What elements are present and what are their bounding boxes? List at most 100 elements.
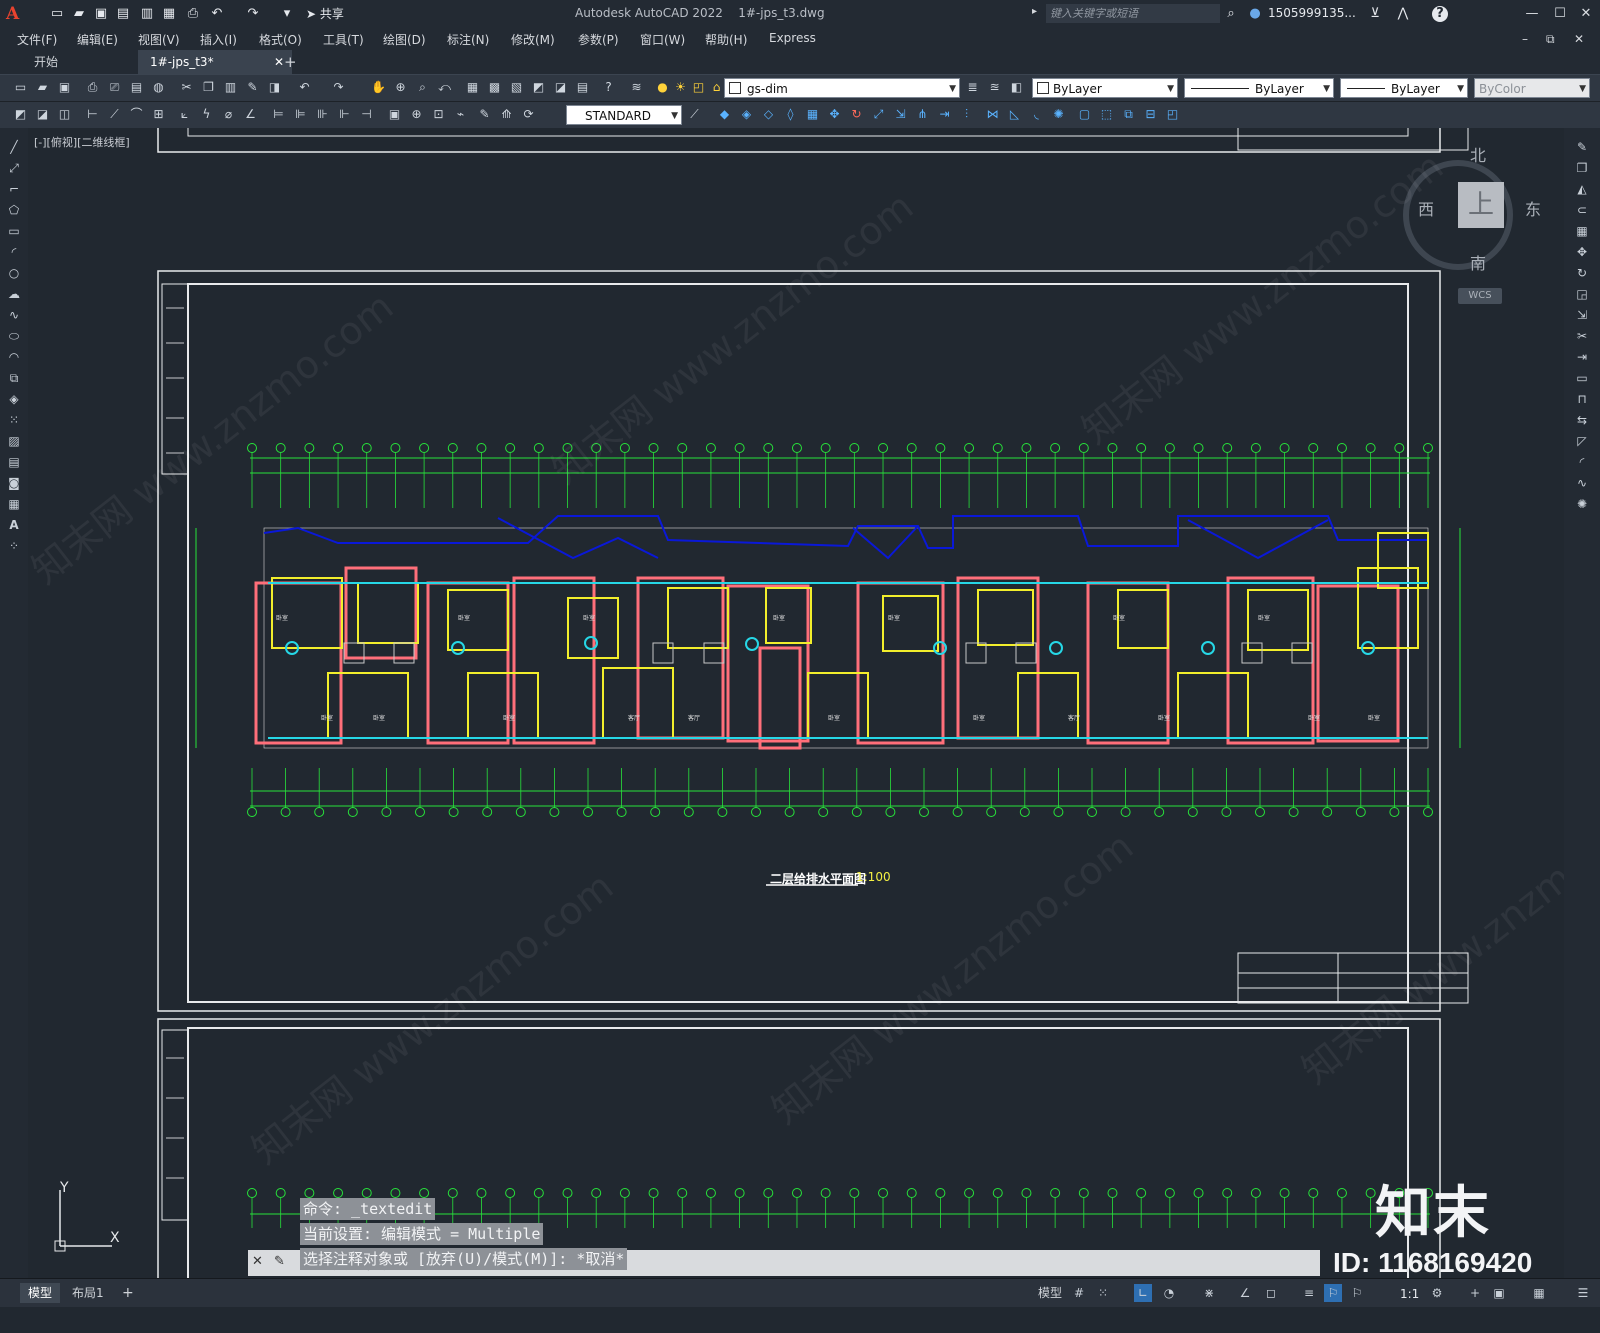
paste-icon[interactable]: ▥: [222, 79, 239, 96]
circle-icon[interactable]: ○: [5, 264, 23, 282]
undo-icon[interactable]: ↶: [296, 79, 313, 96]
hatch-icon[interactable]: ▨: [5, 432, 23, 450]
mirror-icon[interactable]: ◇: [760, 106, 777, 123]
workspace-gear-icon[interactable]: ⚙: [1428, 1284, 1446, 1302]
join-icon[interactable]: ⇆: [1573, 411, 1591, 429]
menu-view[interactable]: 视图(V): [138, 31, 180, 48]
dim-space-icon[interactable]: ⊩: [336, 106, 353, 123]
menu-file[interactable]: 文件(F): [17, 31, 57, 48]
layer-properties-icon[interactable]: ≋: [628, 79, 645, 96]
blend-curves-icon[interactable]: ∿: [1573, 474, 1591, 492]
plot-icon[interactable]: ⎙: [84, 79, 101, 96]
layer-previous-icon[interactable]: ≊: [986, 79, 1003, 96]
cut-icon[interactable]: ✂: [178, 79, 195, 96]
tab-document[interactable]: 1#-jps_t3* ✕: [138, 50, 292, 74]
zoom-realtime-icon[interactable]: ⊕: [392, 79, 409, 96]
plot-icon[interactable]: ⎙: [184, 5, 202, 23]
explode-icon[interactable]: ✺: [1573, 495, 1591, 513]
region-icon[interactable]: ◰: [1164, 106, 1181, 123]
doc-close-icon[interactable]: ✕: [1574, 32, 1584, 46]
minimize-button[interactable]: —: [1520, 4, 1544, 24]
insert-block-icon[interactable]: ⧉: [5, 369, 23, 387]
autoscale-icon[interactable]: ⚐: [1348, 1284, 1366, 1302]
dim-style-icon[interactable]: ⟋: [686, 106, 703, 123]
rotate-icon[interactable]: ↻: [1573, 264, 1591, 282]
mirror-icon[interactable]: ◭: [1573, 180, 1591, 198]
rotate-icon[interactable]: ↻: [848, 106, 865, 123]
table-icon[interactable]: ▦: [5, 495, 23, 513]
dim-tool-icon[interactable]: ◩: [12, 106, 29, 123]
break-at-point-icon[interactable]: ▭: [1573, 369, 1591, 387]
trim-icon[interactable]: ✂: [1573, 327, 1591, 345]
annotation-scale[interactable]: 1:1: [1400, 1287, 1419, 1301]
join-icon[interactable]: ⋈: [984, 106, 1001, 123]
performance-icon[interactable]: ▣: [1490, 1284, 1508, 1302]
osnap-icon[interactable]: ◻: [1262, 1284, 1280, 1302]
construction-line-icon[interactable]: ⤢: [5, 159, 23, 177]
dim-tool-icon[interactable]: ◪: [34, 106, 51, 123]
arc-length-icon[interactable]: ⌒: [128, 106, 145, 123]
properties-icon[interactable]: ▦: [464, 79, 481, 96]
publish-icon[interactable]: ▤: [128, 79, 145, 96]
layer-state-icon[interactable]: ◧: [1008, 79, 1025, 96]
fillet-icon[interactable]: ◟: [1028, 106, 1045, 123]
compass-east[interactable]: 东: [1525, 196, 1541, 220]
compass-north[interactable]: 北: [1470, 142, 1486, 166]
scale-icon[interactable]: ◲: [1573, 285, 1591, 303]
tolerance-icon[interactable]: ▣: [386, 106, 403, 123]
plot-preview-icon[interactable]: ⎚: [106, 79, 123, 96]
markup-icon[interactable]: ◪: [552, 79, 569, 96]
expand-search-icon[interactable]: ▸: [1032, 6, 1037, 17]
customize-icon[interactable]: ✎: [274, 1254, 285, 1269]
tab-layout1[interactable]: 布局1: [64, 1283, 112, 1303]
share-button[interactable]: ➤ 共享: [300, 4, 350, 24]
doc-minimize-icon[interactable]: –: [1522, 32, 1528, 46]
linetype-dropdown[interactable]: ByLayer ▼: [1184, 78, 1334, 98]
xref-icon[interactable]: ⧉: [1120, 106, 1137, 123]
menu-dimension[interactable]: 标注(N): [447, 31, 489, 48]
save-icon[interactable]: ▣: [56, 79, 73, 96]
annotation-visibility-icon[interactable]: ⚐: [1324, 1284, 1342, 1302]
autodesk-account-icon[interactable]: ⋀: [1394, 5, 1412, 23]
stretch-icon[interactable]: ⇲: [1573, 306, 1591, 324]
open-file-icon[interactable]: ▰: [70, 5, 88, 23]
baseline-dim-icon[interactable]: ⊫: [292, 106, 309, 123]
add-icon[interactable]: +: [1466, 1284, 1484, 1302]
offset-icon[interactable]: ◊: [782, 106, 799, 123]
lineweight-icon[interactable]: ≡: [1300, 1284, 1318, 1302]
offset-icon[interactable]: ⊂: [1573, 201, 1591, 219]
maximize-button[interactable]: ☐: [1548, 4, 1572, 24]
copy-icon[interactable]: ❐: [1573, 159, 1591, 177]
copy-object-icon[interactable]: ◈: [738, 106, 755, 123]
save-web-icon[interactable]: ▦: [160, 5, 178, 23]
menu-draw[interactable]: 绘图(D): [383, 31, 426, 48]
break-icon[interactable]: ⫶: [958, 106, 975, 123]
copy-icon[interactable]: ❐: [200, 79, 217, 96]
dim-text-edit-icon[interactable]: ⟰: [498, 106, 515, 123]
help-icon[interactable]: ?: [1432, 6, 1448, 22]
snap-icon[interactable]: ⁙: [1094, 1284, 1112, 1302]
break-icon[interactable]: ⊓: [1573, 390, 1591, 408]
inspect-icon[interactable]: ⊡: [430, 106, 447, 123]
dim-update-icon[interactable]: ⟳: [520, 106, 537, 123]
ellipse-icon[interactable]: ⬭: [5, 327, 23, 345]
redo-icon[interactable]: ↷: [330, 79, 347, 96]
grid-icon[interactable]: #: [1070, 1284, 1088, 1302]
menu-tools[interactable]: 工具(T): [323, 31, 364, 48]
menu-parametric[interactable]: 参数(P): [578, 31, 619, 48]
revcloud-icon[interactable]: ☁: [5, 285, 23, 303]
rectangle-icon[interactable]: ▭: [5, 222, 23, 240]
dim-break-icon[interactable]: ⊣: [358, 106, 375, 123]
mtext-icon[interactable]: A: [5, 516, 23, 534]
stretch-icon[interactable]: ⇲: [892, 106, 909, 123]
region-icon[interactable]: ◙: [5, 474, 23, 492]
line-icon[interactable]: ╱: [5, 138, 23, 156]
scale-icon[interactable]: ⤢: [870, 106, 887, 123]
close-window-button[interactable]: ✕: [1574, 4, 1598, 24]
layer-dropdown[interactable]: gs-dim ▼: [724, 78, 960, 98]
compass-south[interactable]: 南: [1470, 250, 1486, 274]
jogged-dim-icon[interactable]: ϟ: [198, 106, 215, 123]
isodraft-icon[interactable]: ∠: [1236, 1284, 1254, 1302]
add-selected-icon[interactable]: ⁘: [5, 537, 23, 555]
undo-icon[interactable]: ↶: [208, 5, 226, 23]
